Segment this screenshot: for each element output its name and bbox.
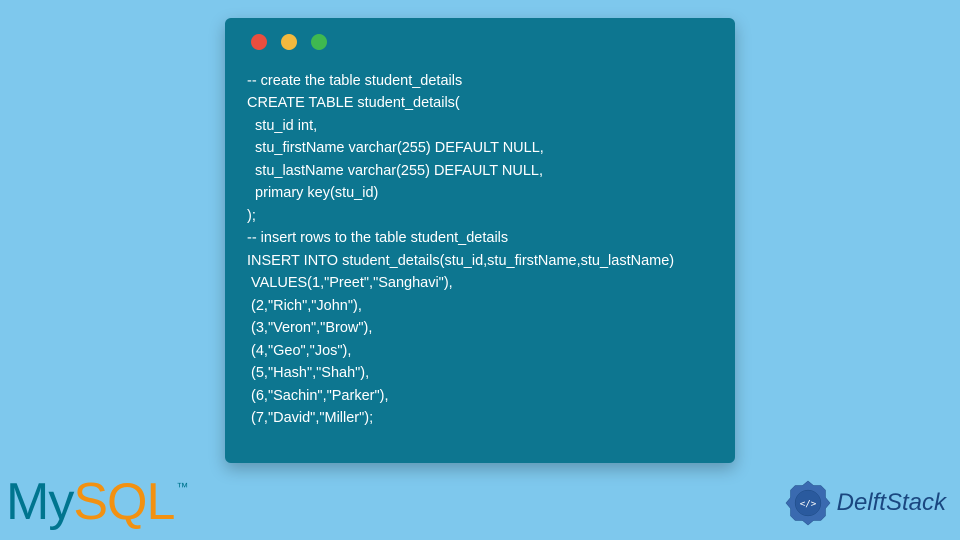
window-controls [247,34,713,50]
mysql-logo-tm: ™ [176,480,187,494]
maximize-icon [311,34,327,50]
minimize-icon [281,34,297,50]
delftstack-label: DelftStack [837,489,946,517]
mysql-logo-my: My [6,473,73,531]
delftstack-icon: </> [785,480,831,526]
svg-text:</>: </> [799,499,816,510]
code-block: -- create the table student_details CREA… [247,70,713,430]
mysql-logo-sql: SQL [73,473,174,531]
delftstack-logo: </> DelftStack [785,480,946,526]
code-window: -- create the table student_details CREA… [225,18,735,463]
mysql-logo: MySQL™ [6,472,185,532]
close-icon [251,34,267,50]
